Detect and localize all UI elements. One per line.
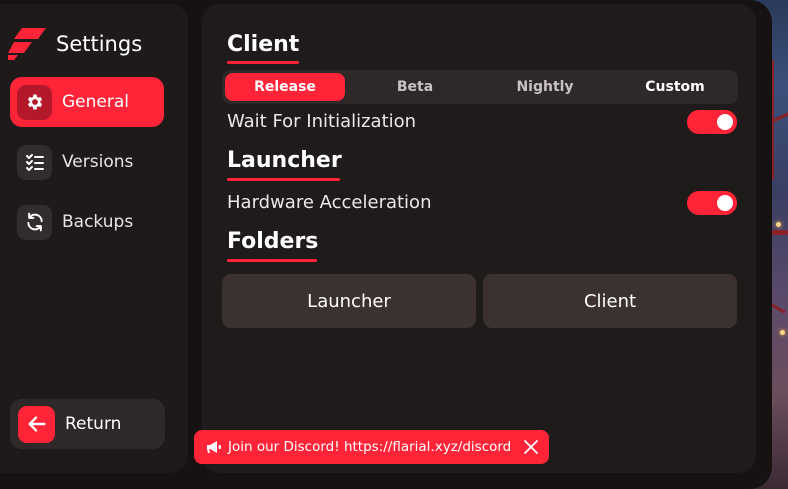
return-button[interactable]: Return [10, 399, 165, 449]
wait-for-initialization-label: Wait For Initialization [227, 111, 417, 132]
sidebar-item-label: Versions [62, 152, 134, 172]
sidebar-item-versions[interactable]: Versions [10, 137, 164, 187]
discord-toast[interactable]: Join our Discord! https://flarial.xyz/di… [194, 430, 549, 464]
toggle-knob [717, 114, 733, 130]
channel-option-release[interactable]: Release [225, 73, 345, 101]
section-title-launcher: Launcher [227, 148, 342, 173]
section-title-folders: Folders [227, 229, 319, 254]
toggle-knob [717, 195, 733, 211]
close-icon[interactable] [523, 439, 539, 455]
sidebar-item-backups[interactable]: Backups [10, 197, 164, 247]
open-client-folder-button[interactable]: Client [483, 274, 737, 328]
section-underline [227, 178, 340, 181]
section-title-client: Client [227, 32, 300, 57]
sidebar-item-label: General [62, 92, 129, 112]
open-launcher-folder-button[interactable]: Launcher [222, 274, 476, 328]
launcher-window: Settings General Versions Backups Return… [0, 0, 772, 489]
app-title: Settings [56, 32, 143, 56]
settings-panel: Client Release Beta Nightly Custom Wait … [202, 4, 756, 473]
refresh-icon [17, 204, 52, 240]
brand: Settings [8, 28, 142, 60]
sidebar-item-label: Backups [62, 212, 134, 232]
gear-icon [17, 84, 52, 120]
section-underline [227, 259, 317, 262]
hardware-acceleration-toggle[interactable] [687, 191, 737, 215]
channel-option-custom[interactable]: Custom [615, 73, 735, 101]
channel-option-beta[interactable]: Beta [355, 73, 475, 101]
megaphone-icon [207, 441, 221, 453]
checklist-icon [17, 144, 52, 180]
toast-message: Join our Discord! https://flarial.xyz/di… [228, 439, 512, 455]
section-underline [227, 61, 299, 64]
return-label: Return [65, 414, 122, 434]
hardware-acceleration-label: Hardware Acceleration [227, 192, 432, 213]
arrow-left-icon [18, 405, 55, 443]
channel-selector: Release Beta Nightly Custom [222, 70, 738, 104]
sidebar-item-general[interactable]: General [10, 77, 164, 127]
flarial-logo-icon [8, 28, 46, 60]
wait-for-initialization-toggle[interactable] [687, 110, 737, 134]
channel-option-nightly[interactable]: Nightly [485, 73, 605, 101]
